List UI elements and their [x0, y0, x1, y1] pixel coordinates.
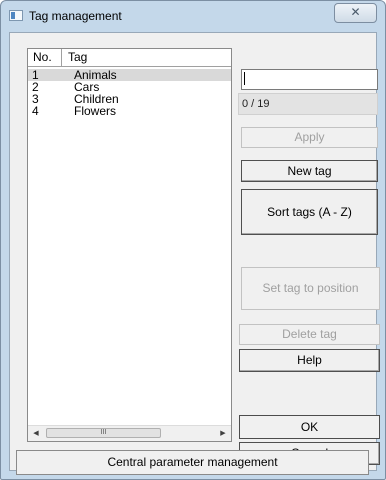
list-header: No. Tag: [28, 49, 231, 67]
apply-button[interactable]: Apply: [241, 127, 378, 148]
central-parameter-management-button[interactable]: Central parameter management: [16, 450, 369, 475]
scroll-right-icon[interactable]: ▶: [217, 428, 229, 439]
close-icon: ✕: [350, 5, 361, 19]
app-window-icon: [9, 10, 23, 21]
close-button[interactable]: ✕: [334, 3, 377, 23]
list-item[interactable]: 2 Cars: [28, 81, 231, 93]
character-counter: 0 / 19: [238, 93, 378, 115]
scrollbar-thumb[interactable]: III: [46, 428, 161, 438]
window-title: Tag management: [29, 9, 122, 23]
text-caret: [244, 72, 245, 85]
list-item[interactable]: 4 Flowers: [28, 105, 231, 117]
list-item[interactable]: 3 Children: [28, 93, 231, 105]
sort-tags-button[interactable]: Sort tags (A - Z): [241, 189, 378, 235]
row-number: 4: [32, 104, 39, 118]
set-tag-to-position-button[interactable]: Set tag to position: [241, 267, 380, 310]
scroll-left-icon[interactable]: ◀: [30, 428, 42, 439]
help-button[interactable]: Help: [239, 349, 380, 372]
horizontal-scrollbar[interactable]: ◀ III ▶: [28, 425, 231, 441]
row-tag: Flowers: [74, 104, 117, 118]
tag-name-input[interactable]: [241, 69, 378, 90]
tag-list[interactable]: No. Tag 1 Animals 2 Cars 3 Children 4 Fl…: [27, 48, 232, 442]
new-tag-button[interactable]: New tag: [241, 160, 378, 182]
delete-tag-button[interactable]: Delete tag: [239, 324, 380, 345]
title-bar[interactable]: Tag management ✕: [1, 1, 385, 31]
grip-icon: III: [100, 429, 107, 436]
column-header-no[interactable]: No.: [28, 49, 62, 66]
ok-button[interactable]: OK: [239, 415, 380, 439]
list-item[interactable]: 1 Animals: [28, 69, 231, 81]
column-header-tag[interactable]: Tag: [62, 49, 87, 66]
